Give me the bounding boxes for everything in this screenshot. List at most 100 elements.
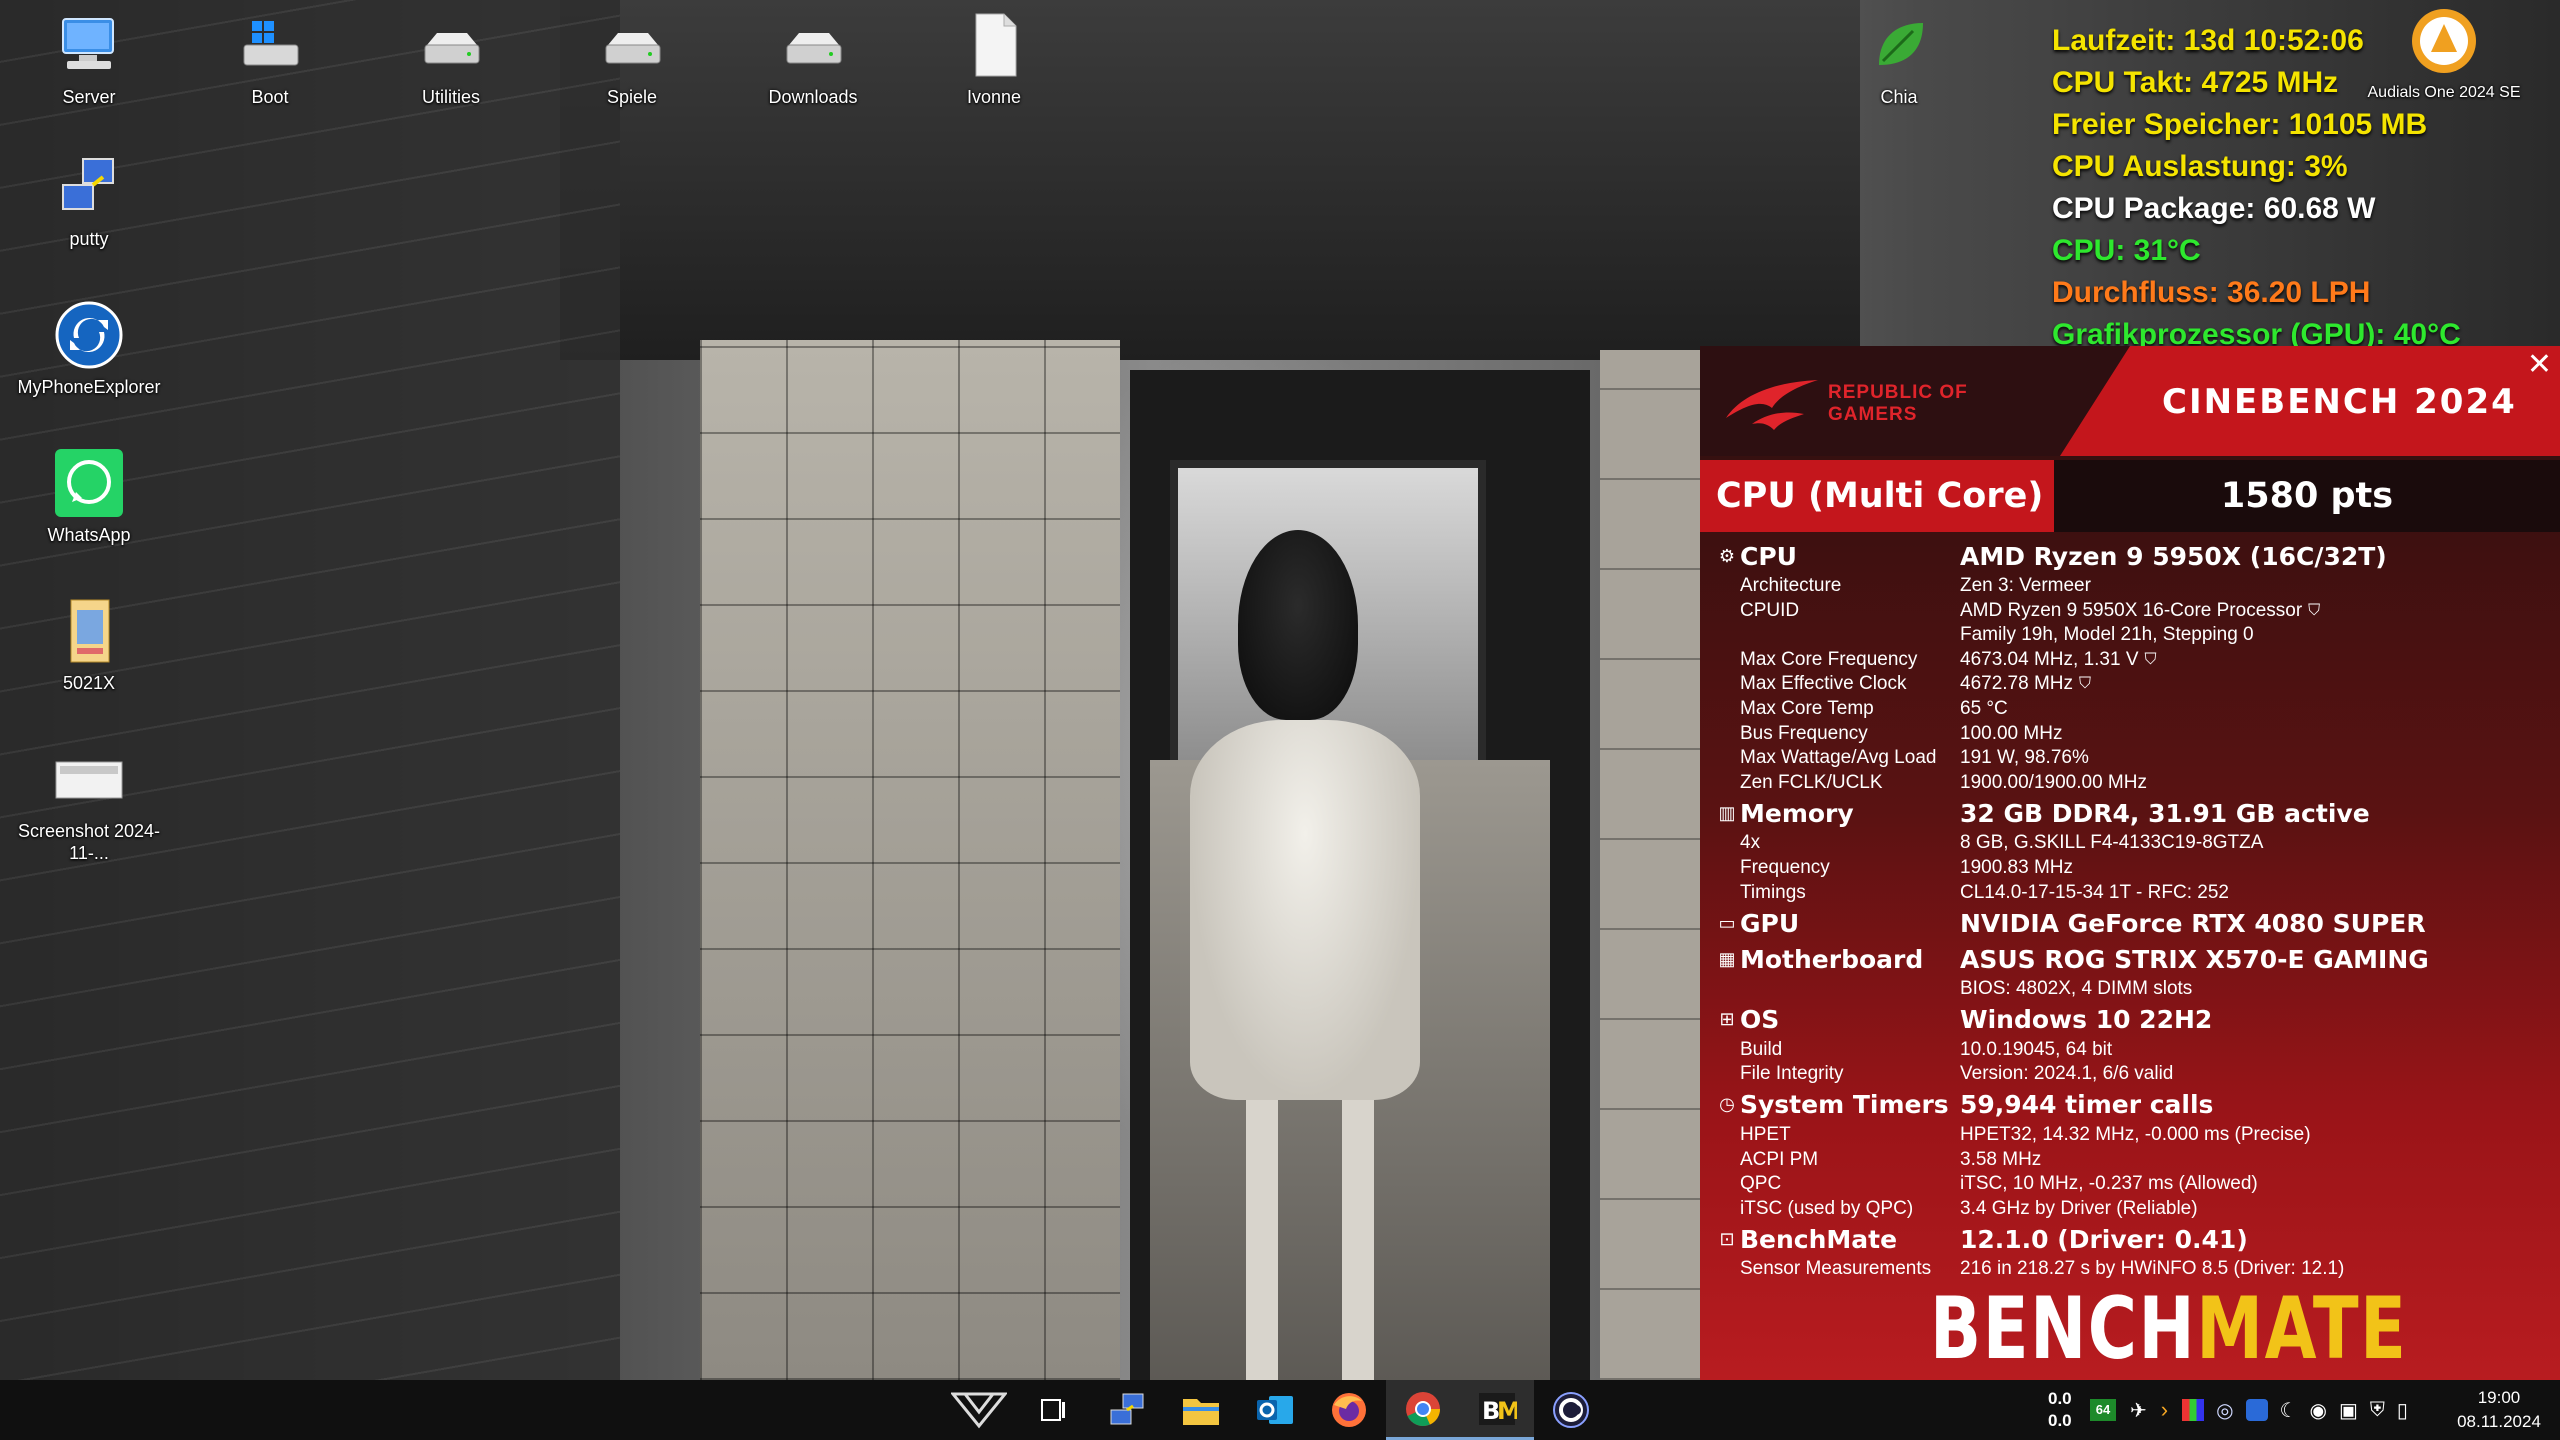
desktop-icon-screenshot[interactable]: Screenshot 2024-11-... [14,744,164,864]
desktop-icon-chia[interactable]: Chia [1824,10,1974,108]
section-name: GPU [1740,908,1800,938]
detail-key: Build [1740,1038,1783,1060]
detail-key: ACPI PM [1740,1148,1819,1170]
start-button[interactable] [942,1380,1016,1440]
detail-key: Max Core Frequency [1740,648,1918,670]
benchmate-logo-mate: MATE [2196,1279,2408,1379]
desktop-icon-label: WhatsApp [47,525,131,545]
cpu-icon: ⚙ [1718,545,1736,566]
section-value: 12.1.0 (Driver: 0.41) [1960,1224,2248,1254]
gpu-icon: ▭ [1718,912,1736,933]
color-grid-icon[interactable] [2182,1399,2205,1421]
sysinfo-uptime: Laufzeit: 13d 10:52:06 [2052,24,2364,57]
cinema-tray-icon[interactable]: ◉ [2309,1398,2326,1423]
desktop-icon-downloads[interactable]: Downloads [738,10,888,108]
airplane-icon[interactable]: ✈ [2130,1398,2147,1423]
close-icon[interactable]: ✕ [2527,350,2552,380]
taskbar-cinebench[interactable] [1534,1380,1608,1440]
cinebench-icon [1553,1392,1589,1428]
section-value: Windows 10 22H2 [1960,1005,2213,1035]
taskbar-chrome[interactable] [1386,1380,1460,1440]
desktop-icon-boot[interactable]: Boot [195,10,345,108]
wallpaper-tiled-wall [700,340,1120,1380]
drive-icon [778,10,848,80]
detail-key: iTSC (used by QPC) [1740,1197,1914,1219]
screenshot-icon [54,744,124,814]
detail-row: HPET HPET32, 14.32 MHz, -0.000 ms (Precis… [1714,1123,2554,1148]
desktop-icon-ivonne[interactable]: Ivonne [919,10,1069,108]
detail-value: 3.58 MHz [1960,1148,2042,1170]
section-name: Motherboard [1740,944,1924,974]
network-download: 0.0 [2048,1411,2072,1430]
detail-row: Bus Frequency 100.00 MHz [1714,722,2554,747]
detail-value: 4672.78 MHz [1960,673,2074,695]
battery-icon[interactable]: ▯ [2397,1398,2408,1423]
detail-key: File Integrity [1740,1063,1844,1085]
detail-row: Family 19h, Model 21h, Stepping 0 [1714,623,2554,648]
detail-key: Frequency [1740,856,1830,878]
shield-icon[interactable]: ⛨ [2370,1399,2385,1422]
detail-value: AMD Ryzen 9 5950X 16-Core Processor [1960,599,2303,621]
section-memory: ▥ Memory 32 GB DDR4, 31.91 GB active [1714,795,2554,831]
desktop-icon-spiele[interactable]: Spiele [557,10,707,108]
taskbar-firefox[interactable] [1312,1380,1386,1440]
desktop-icon-whatsapp[interactable]: WhatsApp [14,448,164,546]
section-name: BenchMate [1740,1224,1898,1254]
detail-value: 3.4 GHz by Driver (Reliable) [1960,1197,2198,1219]
app-tray-icon[interactable] [2245,1399,2268,1421]
detail-value: Family 19h, Model 21h, Stepping 0 [1960,624,2254,646]
rog-brand-line1: REPUBLIC OF [1828,382,1968,403]
benchmate-logo: BENCHMATE [1930,1284,2408,1374]
detail-key [1714,623,1960,648]
score-label: CPU (Multi Core) [1700,460,2054,532]
detail-row: Max Effective Clock 4672.78 MHz ⛉ [1714,672,2554,697]
start-logo-icon [951,1392,1007,1429]
taskbar-benchmate[interactable]: BM [1460,1380,1534,1440]
desktop-icon-label: Screenshot 2024-11-... [17,821,161,863]
memory-icon: ▥ [1718,802,1736,823]
svg-text:M: M [1497,1397,1517,1425]
section-name: Memory [1740,798,1854,828]
section-motherboard: ▦ Motherboard ASUS ROG STRIX X570-E GAMI… [1714,941,2554,977]
taskbar-clock[interactable]: 19:00 08.11.2024 [2454,1386,2544,1434]
detail-row: Frequency 1900.83 MHz [1714,856,2554,881]
desktop-icon-label: Utilities [421,87,480,107]
network-computers-icon [1110,1393,1144,1425]
sysinfo-cpu-load: CPU Auslastung: 3% [2052,150,2348,183]
sysinfo-cpu-package: CPU Package: 60.68 W [2052,192,2376,225]
desktop-icon-label: 5021X [62,673,116,693]
detail-row: 4x 8 GB, G.SKILL F4-4133C19-8GTZA [1714,831,2554,856]
taskbar-network-app[interactable] [1090,1380,1164,1440]
detail-value: 100.00 MHz [1960,722,2063,744]
sync-tray-icon[interactable]: ☾ [2280,1398,2298,1423]
desktop-icon-utilities[interactable]: Utilities [376,10,526,108]
steam-icon[interactable]: ◎ [2216,1398,2233,1423]
chevron-right-icon[interactable]: › [2161,1397,2168,1423]
detail-key: QPC [1740,1173,1782,1195]
folder-icon [1183,1399,1219,1425]
section-cpu: ⚙ CPU AMD Ryzen 9 5950X (16C/32T) [1714,538,2554,574]
taskbar-outlook[interactable] [1238,1380,1312,1440]
desktop-icon-label: Downloads [768,87,858,107]
desktop-icon-label: Ivonne [966,87,1022,107]
document-icon [959,10,1029,80]
section-value: 32 GB DDR4, 31.91 GB active [1960,798,2370,828]
sync-icon [54,300,124,370]
taskbar-file-explorer[interactable] [1164,1380,1238,1440]
detail-value: BIOS: 4802X, 4 DIMM slots [1960,978,2193,1000]
section-value: 59,944 timer calls [1960,1090,2214,1120]
screen-tray-icon[interactable]: ▣ [2339,1398,2358,1423]
desktop-icon-label: Server [62,87,116,107]
score-row: CPU (Multi Core) 1580 pts [1700,460,2560,532]
desktop-icon-5021x[interactable]: 5021X [14,596,164,694]
detail-value: 1900.00/1900.00 MHz [1960,771,2147,793]
clock-date: 08.11.2024 [2457,1412,2541,1431]
desktop-icon-putty[interactable]: putty [14,152,164,250]
hwinfo-tray-icon[interactable]: 64 [2090,1399,2116,1421]
detail-key [1714,977,1960,1002]
task-view-button[interactable] [1016,1380,1090,1440]
verified-shield-icon: ⛉ [2079,675,2092,693]
desktop-icon-myphoneexplorer[interactable]: MyPhoneExplorer [14,300,164,398]
desktop-icon-server[interactable]: Server [14,10,164,108]
clock-time: 19:00 [2477,1388,2521,1407]
